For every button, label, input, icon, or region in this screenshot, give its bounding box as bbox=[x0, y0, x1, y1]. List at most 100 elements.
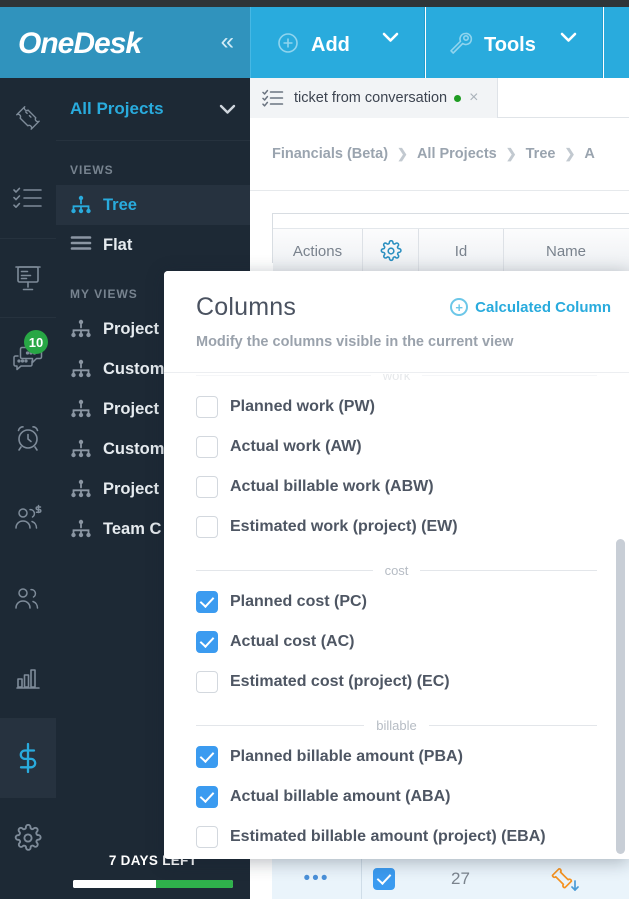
sidebar-item-label: Custom bbox=[103, 360, 164, 379]
columns-popup-subtitle: Modify the columns visible in the curren… bbox=[196, 334, 629, 350]
ticket-down-icon bbox=[548, 865, 582, 893]
sidebar-item-label: Tree bbox=[103, 196, 137, 215]
browser-chrome-strip bbox=[0, 0, 629, 7]
group-label-work: work bbox=[196, 374, 597, 383]
group-label-cost: cost bbox=[196, 563, 597, 578]
columns-popup-scrollbar[interactable] bbox=[616, 539, 625, 854]
data-table: Actions Id Name bbox=[272, 213, 629, 263]
checkbox-off-icon bbox=[196, 671, 218, 693]
columns-option-list: work Planned work (PW) Actual work (AW) … bbox=[164, 374, 629, 859]
calculated-column-button[interactable]: + Calculated Column bbox=[450, 298, 611, 316]
rail-item-more-apps[interactable] bbox=[0, 878, 56, 899]
column-settings-gear-button[interactable] bbox=[363, 229, 419, 273]
option-label: Actual billable amount (ABA) bbox=[230, 788, 450, 806]
row-select-checkbox[interactable] bbox=[362, 858, 418, 899]
board-icon bbox=[14, 264, 42, 292]
tools-button[interactable]: Tools bbox=[426, 7, 603, 78]
table-toolbar bbox=[273, 214, 629, 229]
option-label: Actual work (AW) bbox=[230, 438, 362, 456]
bar-chart-icon bbox=[14, 665, 42, 691]
rail-item-analytics[interactable] bbox=[0, 638, 56, 718]
option-label: Actual billable work (ABW) bbox=[230, 478, 434, 496]
sidebar-item-label: Project bbox=[103, 400, 159, 419]
sidebar-item-label: Project bbox=[103, 320, 159, 339]
calculated-column-label: Calculated Column bbox=[475, 299, 611, 316]
rail-item-timesheets[interactable] bbox=[0, 398, 56, 478]
tab-label: ticket from conversation bbox=[294, 90, 447, 106]
top-bar: OneDesk « Add Tools bbox=[0, 7, 629, 78]
option-estimated-billable-amount-project[interactable]: Estimated billable amount (project) (EBA… bbox=[196, 817, 597, 857]
sidebar-collapse-button[interactable]: « bbox=[221, 27, 234, 57]
table-row[interactable]: ••• 27 bbox=[272, 857, 629, 899]
option-estimated-cost-project[interactable]: Estimated cost (project) (EC) bbox=[196, 662, 597, 702]
column-header-name[interactable]: Name bbox=[504, 229, 628, 273]
breadcrumb-item-2[interactable]: Tree bbox=[526, 146, 556, 162]
columns-popup: Columns + Calculated Column Modify the c… bbox=[164, 271, 629, 859]
sidebar-item-tree[interactable]: Tree bbox=[56, 185, 250, 225]
rail-item-tasks[interactable] bbox=[0, 158, 56, 238]
option-label: Planned billable amount (PBA) bbox=[230, 748, 463, 766]
option-planned-cost[interactable]: Planned cost (PC) bbox=[196, 582, 597, 622]
column-header-actions[interactable]: Actions bbox=[273, 229, 363, 273]
option-estimated-work-project[interactable]: Estimated work (project) (EW) bbox=[196, 507, 597, 547]
alarm-clock-icon bbox=[14, 424, 42, 452]
option-actual-work[interactable]: Actual work (AW) bbox=[196, 427, 597, 467]
messages-badge: 10 bbox=[24, 330, 48, 354]
column-header-id[interactable]: Id bbox=[419, 229, 504, 273]
flat-list-icon bbox=[70, 235, 92, 255]
chevron-down-icon[interactable] bbox=[382, 32, 399, 43]
option-planned-billable-amount[interactable]: Planned billable amount (PBA) bbox=[196, 737, 597, 777]
option-label: Estimated billable amount (project) (EBA… bbox=[230, 828, 546, 846]
checkbox-off-icon bbox=[196, 476, 218, 498]
breadcrumb-item-0[interactable]: Financials (Beta) bbox=[272, 146, 388, 162]
breadcrumb: Financials (Beta) ❯ All Projects ❯ Tree … bbox=[250, 118, 629, 190]
rail-item-projects[interactable] bbox=[0, 238, 56, 318]
icon-rail: 10 bbox=[0, 78, 56, 899]
sidebar-item-label: Flat bbox=[103, 236, 132, 255]
close-icon[interactable]: × bbox=[469, 89, 478, 107]
option-label: Estimated cost (project) (EC) bbox=[230, 673, 450, 691]
rail-item-users[interactable] bbox=[0, 558, 56, 638]
rail-item-messages[interactable]: 10 bbox=[0, 318, 56, 398]
breadcrumb-item-1[interactable]: All Projects bbox=[417, 146, 497, 162]
add-button-label: Add bbox=[311, 34, 350, 57]
sidebar-section-views-label: VIEWS bbox=[56, 141, 250, 185]
rail-item-customers[interactable] bbox=[0, 478, 56, 558]
option-actual-billable-amount[interactable]: Actual billable amount (ABA) bbox=[196, 777, 597, 817]
tree-icon bbox=[70, 195, 92, 215]
option-actual-billable-work[interactable]: Actual billable work (ABW) bbox=[196, 467, 597, 507]
option-label: Planned cost (PC) bbox=[230, 593, 367, 611]
checklist-icon bbox=[13, 185, 43, 211]
option-planned-work[interactable]: Planned work (PW) bbox=[196, 387, 597, 427]
breadcrumb-separator: ❯ bbox=[564, 146, 575, 162]
trial-progress-bar bbox=[73, 880, 233, 888]
tree-icon bbox=[70, 319, 92, 339]
tree-icon bbox=[70, 479, 92, 499]
chevron-down-icon[interactable] bbox=[219, 104, 236, 115]
tree-icon bbox=[70, 359, 92, 379]
tab-strip: ticket from conversation × bbox=[250, 78, 629, 118]
rail-item-tickets[interactable] bbox=[0, 78, 56, 158]
tree-icon bbox=[70, 439, 92, 459]
breadcrumb-separator: ❯ bbox=[506, 146, 517, 162]
chevron-down-icon[interactable] bbox=[560, 32, 577, 43]
columns-popup-header: Columns + Calculated Column Modify the c… bbox=[164, 271, 629, 364]
checklist-icon bbox=[262, 89, 284, 107]
option-actual-cost[interactable]: Actual cost (AC) bbox=[196, 622, 597, 662]
breadcrumb-item-3[interactable]: A bbox=[584, 146, 594, 162]
tab-status-dot bbox=[454, 95, 461, 102]
sidebar-project-selector[interactable]: All Projects bbox=[56, 78, 250, 141]
wrench-icon bbox=[448, 31, 472, 55]
add-button[interactable]: Add bbox=[250, 7, 425, 78]
sidebar-item-label: Custom bbox=[103, 440, 164, 459]
sidebar-item-flat[interactable]: Flat bbox=[56, 225, 250, 265]
row-actions-button[interactable]: ••• bbox=[272, 858, 362, 899]
rail-item-settings[interactable] bbox=[0, 798, 56, 878]
tab-ticket-from-conversation[interactable]: ticket from conversation × bbox=[250, 78, 498, 118]
row-actions-label: ••• bbox=[304, 875, 330, 883]
tools-button-label: Tools bbox=[484, 34, 536, 57]
plus-circle-icon bbox=[276, 31, 300, 55]
rail-item-financials[interactable] bbox=[0, 718, 56, 798]
ticket-icon bbox=[13, 104, 43, 132]
top-bar-filler bbox=[604, 7, 629, 78]
